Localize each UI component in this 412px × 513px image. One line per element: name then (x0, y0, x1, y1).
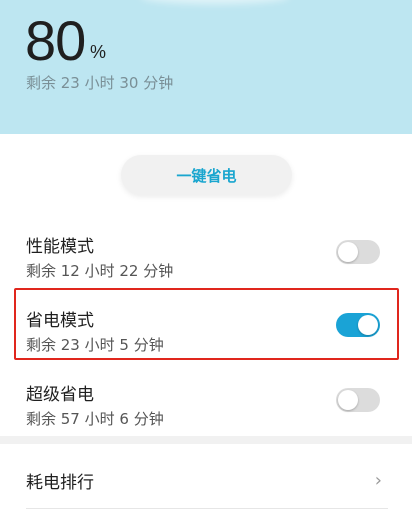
toggle-knob (338, 242, 358, 262)
battery-percent-unit: % (90, 42, 107, 62)
power-ranking-row[interactable]: 耗电排行 › (0, 444, 412, 513)
battery-remaining-time: 剩余 23 小时 30 分钟 (26, 74, 174, 92)
super-saving-toggle[interactable] (336, 388, 380, 412)
highlight-box (14, 288, 399, 360)
power-ranking-label: 耗电排行 (26, 473, 94, 493)
performance-mode-toggle[interactable] (336, 240, 380, 264)
battery-percent: 80 (25, 9, 86, 72)
mode-remaining: 剩余 12 小时 22 分钟 (26, 262, 174, 280)
chevron-right-icon: › (374, 470, 382, 491)
header-glow (140, 0, 290, 4)
row-divider (26, 508, 388, 509)
mode-title: 性能模式 (26, 237, 94, 257)
toggle-knob (338, 390, 358, 410)
one-key-save-button[interactable]: 一键省电 (121, 155, 292, 195)
battery-header: 80 % 剩余 23 小时 30 分钟 (0, 0, 412, 134)
mode-row-performance[interactable]: 性能模式 剩余 12 小时 22 分钟 (0, 218, 412, 292)
mode-title: 超级省电 (26, 385, 94, 405)
mode-row-super-saving[interactable]: 超级省电 剩余 57 小时 6 分钟 (0, 366, 412, 440)
mode-remaining: 剩余 57 小时 6 分钟 (26, 410, 164, 428)
section-divider (0, 436, 412, 444)
